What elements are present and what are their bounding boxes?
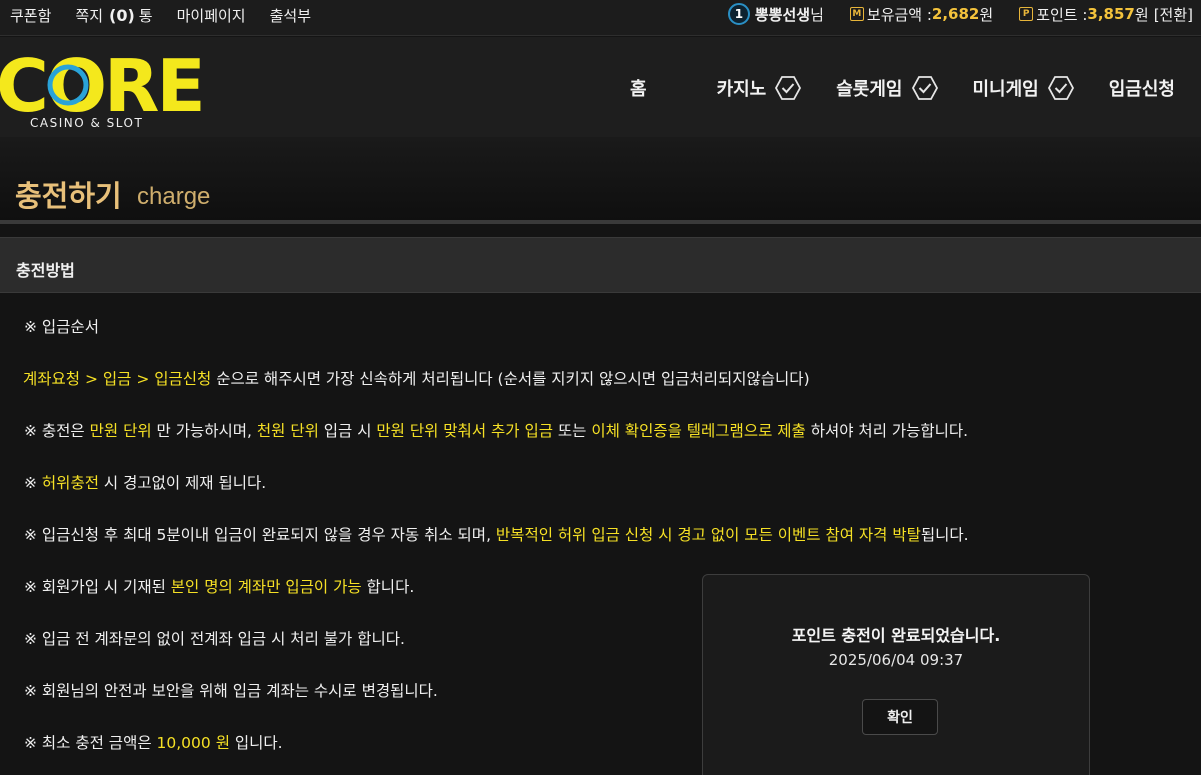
top-links: 쿠폰함 쪽지 (0) 통 마이페이지 출석부 [10, 0, 335, 30]
nav-deposit-label: 입금신청 [1108, 79, 1175, 100]
notice-text: ※ 충전은 [24, 422, 90, 440]
mypage-link[interactable]: 마이페이지 [177, 5, 246, 26]
message-link[interactable]: 쪽지 (0) 통 [75, 5, 152, 26]
money-icon: M [849, 7, 864, 21]
notice-line-9: ※ 최소 충전 금액은 10,000 원 입니다. [24, 731, 283, 753]
nav-mini-label: 미니게임 [972, 79, 1039, 100]
attendance-link[interactable]: 출석부 [270, 5, 311, 26]
point-value: 3,857 [1087, 5, 1135, 23]
notice-text: 입금 시 [318, 422, 377, 440]
nav-slot[interactable]: 슬롯게임 [836, 74, 938, 102]
notice-highlight: 10,000 원 [156, 734, 230, 752]
message-unit: 통 [138, 6, 153, 25]
notice-highlight: 반복적인 허위 입금 신청 시 경고 없이 모든 이벤트 참여 자격 박탈 [495, 526, 921, 544]
notice-text: ※ 회원님의 안전과 보안을 위해 입금 계좌는 수시로 변경됩니다. [24, 682, 438, 700]
logo-sub-text: CASINO & SLOT [30, 116, 143, 130]
nav-casino-label: 카지노 [716, 79, 767, 100]
notice-line-1: ※ 입금순서 [24, 315, 99, 337]
main-nav: 홈 카지노 슬롯게임 미니게임 입금신청 [630, 74, 1175, 102]
message-label: 쪽지 [75, 6, 104, 25]
notice-text: 순으로 해주시면 가장 신속하게 처리됩니다 (순서를 지키지 않으시면 입금처… [211, 370, 810, 388]
nav-mini[interactable]: 미니게임 [973, 74, 1075, 102]
nav-home-label: 홈 [630, 79, 647, 100]
notice-text: 합니다. [361, 578, 415, 596]
balance-value: 2,682 [931, 5, 980, 23]
site-header: CORE CASINO & SLOT 홈 카지노 슬롯게임 미니게임 입금신청 [0, 37, 1201, 137]
coupon-link[interactable]: 쿠폰함 [10, 5, 51, 26]
confirm-button[interactable]: 확인 [862, 699, 938, 735]
section-header: 충전방법 [0, 237, 1201, 293]
check-badge-icon [911, 76, 938, 100]
notice-text: ※ 회원가입 시 기재된 [24, 578, 171, 596]
level-badge-icon: 1 [727, 3, 750, 25]
notice-highlight: 만원 단위 [89, 422, 152, 440]
notice-highlight: 계좌요청 > 입금 > 입금신청 [23, 370, 212, 388]
point-label: 포인트 : [1036, 5, 1088, 24]
user-info: 1 뽕뽕선생 님 M 보유금액 : 2,682 원 P 포인트 : 3,857 원 [… [727, 0, 1193, 28]
notice-line-4: ※ 허위충전 시 경고없이 제재 됩니다. [24, 471, 266, 493]
nav-deposit[interactable]: 입금신청 [1109, 75, 1175, 101]
notice-text: 또는 [552, 422, 592, 440]
check-badge-icon [1047, 76, 1074, 100]
notice-line-6: ※ 회원가입 시 기재된 본인 명의 계좌만 입금이 가능 합니다. [24, 575, 414, 597]
notice-highlight: 본인 명의 계좌만 입금이 가능 [170, 578, 362, 596]
notice-text: 만 가능하시며, [151, 422, 257, 440]
notice-text: 하셔야 처리 가능합니다. [805, 422, 969, 440]
title-divider [0, 220, 1201, 224]
username: 뽕뽕선생 [754, 5, 811, 24]
popup-datetime: 2025/06/04 09:37 [828, 651, 964, 669]
page-title: 충전하기 [15, 179, 122, 213]
point-icon: P [1019, 7, 1034, 21]
section-title: 충전방법 [16, 261, 75, 280]
check-badge-icon [775, 76, 802, 100]
nav-home[interactable]: 홈 [630, 75, 647, 101]
charge-complete-popup: 포인트 충전이 완료되었습니다. 2025/06/04 09:37 확인 [702, 574, 1090, 775]
notice-highlight: 만원 단위 맞춰서 추가 입금 [376, 422, 553, 440]
point-unit: 원 [1134, 5, 1149, 24]
notice-text: 됩니다. [920, 526, 969, 544]
notice-line-3: ※ 충전은 만원 단위 만 가능하시며, 천원 단위 입금 시 만원 단위 맞춰… [24, 419, 968, 441]
convert-button[interactable]: [전환] [1154, 4, 1193, 25]
notice-text: 시 경고없이 제재 됩니다. [98, 474, 267, 492]
notice-line-5: ※ 입금신청 후 최대 5분이내 입금이 완료되지 않을 경우 자동 취소 되며… [24, 523, 969, 545]
notice-text: ※ 입금순서 [24, 318, 99, 336]
notice-text: ※ [24, 474, 42, 492]
page-subtitle: charge [137, 183, 211, 210]
notice-highlight: 허위충전 [41, 474, 99, 492]
top-bar: 쿠폰함 쪽지 (0) 통 마이페이지 출석부 1 뽕뽕선생 님 M 보유금액 : 2,… [0, 0, 1201, 36]
core-logo[interactable]: CORE CASINO & SLOT [0, 47, 204, 132]
notice-text: ※ 입금 전 계좌문의 없이 전계좌 입금 시 처리 불가 합니다. [24, 630, 405, 648]
notice-line-2: 계좌요청 > 입금 > 입금신청 순으로 해주시면 가장 신속하게 처리됩니다 … [23, 367, 810, 389]
nav-casino[interactable]: 카지노 [717, 74, 803, 102]
notice-line-7: ※ 입금 전 계좌문의 없이 전계좌 입금 시 처리 불가 합니다. [24, 627, 405, 649]
message-count: (0) [109, 5, 135, 25]
balance-label: 보유금액 : [866, 5, 932, 24]
notice-highlight: 이체 확인증을 텔레그램으로 제출 [591, 422, 806, 440]
notice-line-8: ※ 회원님의 안전과 보안을 위해 입금 계좌는 수시로 변경됩니다. [24, 679, 438, 701]
notice-text: ※ 입금신청 후 최대 5분이내 입금이 완료되지 않을 경우 자동 취소 되며… [24, 526, 496, 544]
balance-unit: 원 [979, 5, 994, 24]
popup-message: 포인트 충전이 완료되었습니다. [791, 626, 1001, 645]
notice-text: ※ 최소 충전 금액은 [24, 734, 157, 752]
username-suffix: 님 [810, 5, 824, 24]
nav-slot-label: 슬롯게임 [836, 79, 903, 100]
notice-highlight: 천원 단위 [256, 422, 319, 440]
notice-text: 입니다. [229, 734, 283, 752]
